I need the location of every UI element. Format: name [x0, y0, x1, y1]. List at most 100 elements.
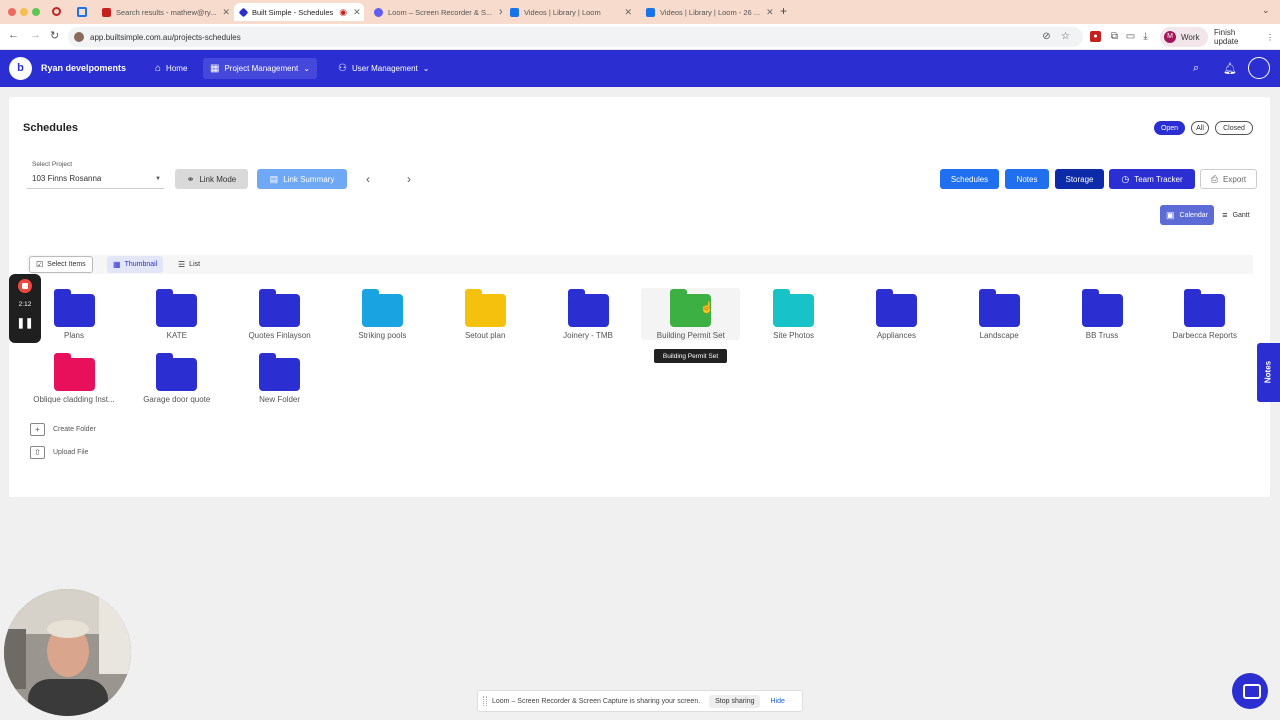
tab-built-simple[interactable]: Built Simple - Schedules ◉ ✕	[234, 3, 364, 21]
folder-item[interactable]: Garage door quote	[127, 353, 227, 404]
select-project-label: Select Project	[32, 161, 73, 168]
recording-tab-icon[interactable]	[52, 7, 61, 16]
team-tracker-label: Team Tracker	[1134, 174, 1183, 184]
team-tracker-button[interactable]: ◷ Team Tracker	[1109, 169, 1195, 189]
browser-toolbar: ← → ↻ app.builtsimple.com.au/projects-sc…	[0, 24, 1280, 50]
tab-loom-library-26[interactable]: Videos | Library | Loom - 26 ... ✕	[640, 3, 774, 21]
browser-tab-strip: Search results - mathew@ry... ✕ Built Si…	[0, 0, 1280, 24]
folder-item[interactable]: KATE	[127, 289, 227, 340]
folder-item[interactable]: BB Truss	[1052, 289, 1152, 340]
storage-button[interactable]: Storage	[1055, 169, 1104, 189]
chat-support-icon[interactable]	[1232, 673, 1268, 709]
folder-item[interactable]: Appliances	[846, 289, 946, 340]
minimize-window-button[interactable]	[20, 8, 28, 16]
link-mode-button[interactable]: ⚭ Link Mode	[175, 169, 248, 189]
bookmark-star-icon[interactable]: ☆	[1060, 31, 1071, 42]
select-project-dropdown[interactable]: 103 Finns Rosanna ▼	[27, 169, 164, 189]
create-folder-button[interactable]: + Create Folder	[30, 423, 96, 436]
finish-update-button[interactable]: Finish update ⋮	[1208, 27, 1280, 47]
kebab-menu-icon[interactable]: ⋮	[1266, 33, 1274, 42]
tab-gmail[interactable]: Search results - mathew@ry... ✕	[96, 3, 232, 21]
stop-recording-button[interactable]	[18, 279, 32, 293]
drag-handle-icon[interactable]	[483, 696, 487, 706]
company-name: Ryan develpoments	[41, 63, 127, 73]
address-bar[interactable]: app.builtsimple.com.au/projects-schedule…	[68, 27, 1083, 47]
bell-icon[interactable]: 🔔︎	[1223, 62, 1237, 75]
loom-extension-icon[interactable]: ●	[1090, 31, 1101, 42]
nav-label: User Management	[351, 64, 418, 73]
notes-side-tab[interactable]: Notes	[1257, 343, 1280, 402]
tab-loom-library[interactable]: Videos | Library | Loom ✕	[504, 3, 638, 21]
export-label: Export	[1223, 174, 1247, 184]
calendar-view-button[interactable]: ▣ Calendar	[1160, 205, 1214, 225]
list-view-button[interactable]: ☰ List	[172, 256, 206, 273]
new-tab-button[interactable]: +	[780, 4, 787, 18]
tab-group-icon[interactable]: ▭	[1125, 31, 1136, 42]
folder-item[interactable]: Oblique cladding Inst...	[24, 353, 124, 404]
chevron-down-icon: ⌄	[422, 64, 430, 73]
folder-item[interactable]: Joinery - TMB	[538, 289, 638, 340]
folder-name: Joinery - TMB	[563, 331, 613, 340]
site-info-icon[interactable]	[74, 32, 84, 42]
finish-update-label: Finish update	[1214, 28, 1239, 46]
folder-icon	[1081, 289, 1123, 327]
stop-sharing-button[interactable]: Stop sharing	[709, 694, 761, 708]
folder-icon	[53, 353, 95, 391]
extensions-icon[interactable]: ⧉	[1109, 31, 1120, 42]
close-tab-icon[interactable]: ✕	[618, 7, 632, 18]
folder-item[interactable]: Landscape	[949, 289, 1049, 340]
forward-icon[interactable]: →	[30, 29, 41, 41]
link-summary-button[interactable]: ▤ Link Summary	[257, 169, 347, 189]
nav-home[interactable]: ⌂ Home	[148, 58, 194, 79]
back-icon[interactable]: ←	[8, 29, 19, 41]
folder-item[interactable]: Site Photos	[744, 289, 844, 340]
close-tab-icon[interactable]: ✕	[216, 7, 230, 18]
select-items-button[interactable]: ☑ Select Items	[29, 256, 93, 273]
folder-icon	[156, 353, 198, 391]
upload-file-button[interactable]: ⇧ Upload File	[30, 446, 88, 459]
export-button[interactable]: ⎙ Export	[1200, 169, 1257, 189]
gantt-view-button[interactable]: ≡ Gantt	[1216, 205, 1256, 225]
folder-item[interactable]: New Folder	[230, 353, 330, 404]
folder-item[interactable]: Quotes Finlayson	[230, 289, 330, 340]
selected-project: 103 Finns Rosanna	[32, 174, 102, 183]
previous-arrow-icon[interactable]: ‹	[366, 172, 370, 186]
folder-item[interactable]: Darbecca Reports	[1155, 289, 1255, 340]
loom-webcam-bubble[interactable]	[4, 589, 131, 716]
search-icon[interactable]: ⌕	[1193, 62, 1199, 75]
profile-button[interactable]: M Work	[1160, 27, 1208, 47]
close-window-button[interactable]	[8, 8, 16, 16]
next-arrow-icon[interactable]: ›	[407, 172, 411, 186]
maximize-window-button[interactable]	[32, 8, 40, 16]
filter-closed[interactable]: Closed	[1215, 121, 1253, 135]
thumbnail-view-button[interactable]: ▦ Thumbnail	[107, 256, 164, 273]
folder-name: Building Permit Set	[656, 331, 725, 340]
folder-item[interactable]: Striking pools	[332, 289, 432, 340]
nav-user-management[interactable]: ⚇ User Management ⌄	[331, 58, 436, 79]
folder-body-shape	[567, 294, 609, 327]
notes-button[interactable]: Notes	[1005, 169, 1049, 189]
filter-open[interactable]: Open	[1154, 121, 1185, 135]
folder-item[interactable]: Building Permit Set	[641, 289, 741, 340]
close-tab-icon[interactable]: ✕	[760, 7, 774, 18]
reload-icon[interactable]: ↻	[50, 29, 59, 42]
filter-all[interactable]: All	[1191, 121, 1209, 135]
caret-down-icon: ▼	[155, 175, 161, 182]
tracking-protection-icon[interactable]: ⊘	[1041, 31, 1052, 42]
pause-recording-button[interactable]: ❚❚	[9, 318, 41, 329]
folder-item[interactable]: Setout plan	[435, 289, 535, 340]
download-icon[interactable]: ⤓	[1140, 31, 1151, 42]
search-tab-icon[interactable]	[77, 7, 87, 17]
nav-project-management[interactable]: ▦ Project Management ⌄	[203, 58, 317, 79]
user-avatar[interactable]	[1248, 57, 1270, 79]
tab-search-icon[interactable]: ⌄	[1262, 5, 1270, 16]
app-logo[interactable]: b	[9, 57, 32, 80]
tab-loom[interactable]: Loom – Screen Recorder & S... ✕	[368, 3, 502, 21]
close-tab-icon[interactable]: ✕	[492, 7, 502, 18]
folder-tooltip: Building Permit Set	[654, 349, 727, 363]
tab-label: Videos | Library | Loom	[524, 7, 601, 17]
close-tab-icon[interactable]: ✕	[347, 7, 361, 18]
schedules-button[interactable]: Schedules	[940, 169, 999, 189]
hide-notice-button[interactable]: Hide	[770, 698, 784, 705]
page-title: Schedules	[23, 122, 79, 134]
